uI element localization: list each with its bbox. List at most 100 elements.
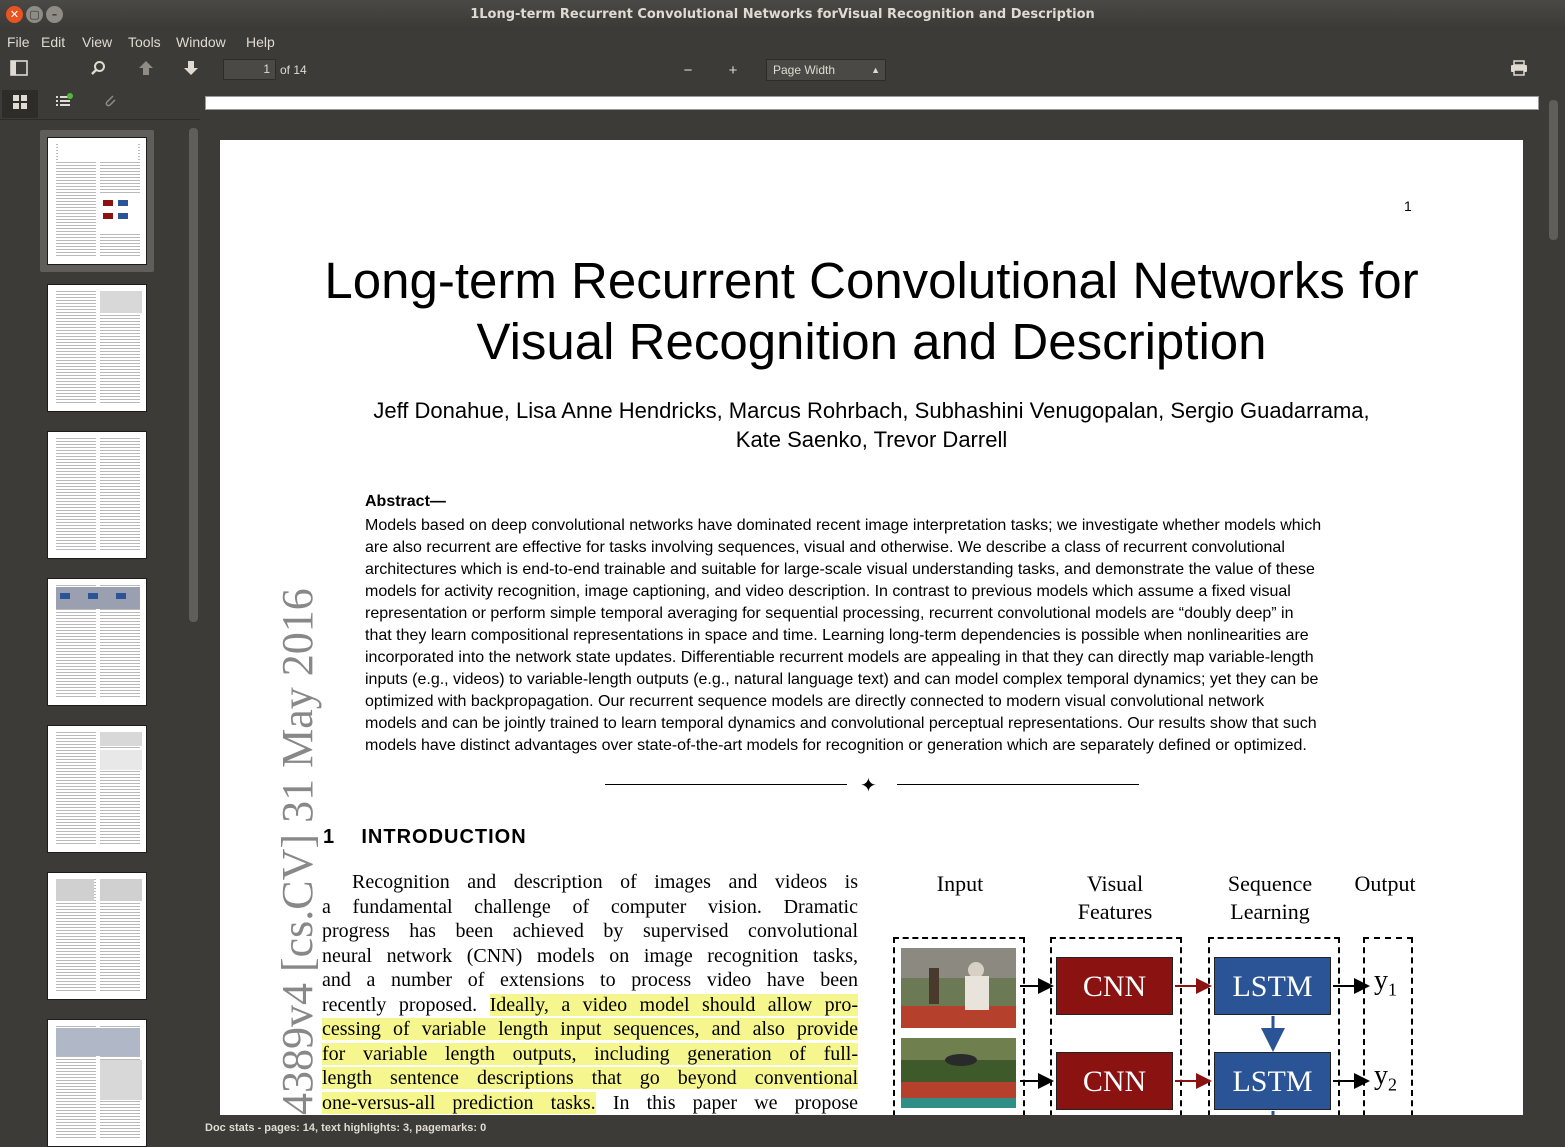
- thumbnail-text-line: [56, 771, 96, 772]
- thumbnail-text-line: [56, 501, 96, 502]
- text-highlight[interactable]: cessing of variable length input sequenc…: [322, 1018, 858, 1040]
- thumbnail-text-line: [100, 987, 140, 988]
- text-highlight[interactable]: length sentence descriptions that go bey…: [322, 1067, 858, 1089]
- thumbnail-text-line: [100, 951, 140, 952]
- thumbnail-text-line: [100, 675, 140, 676]
- thumbnail-text-line: [100, 189, 140, 190]
- thumbnail-text-line: [56, 741, 96, 742]
- thumbnail-text-line: [100, 549, 140, 550]
- thumbnail-text-line: [56, 1080, 96, 1081]
- thumbnail-text-line: [56, 1056, 96, 1057]
- page-thumbnail[interactable]: [47, 284, 147, 412]
- intro-line: progress has been achieved by supervised…: [322, 919, 858, 944]
- thumbnail-text-line: [100, 798, 140, 799]
- thumbnail-text-line: [100, 498, 140, 499]
- menu-help[interactable]: Help: [246, 34, 275, 50]
- thumbnail-text-line: [56, 774, 96, 775]
- thumbnail-text-line: [56, 306, 96, 307]
- thumbnail-figure: [58, 142, 138, 162]
- menu-file[interactable]: File: [7, 34, 30, 50]
- thumbnail-text-line: [100, 351, 140, 352]
- search-icon[interactable]: [86, 60, 110, 82]
- thumbnail-text-line: [100, 471, 140, 472]
- thumbnail-text-line: [56, 732, 96, 733]
- previous-page-icon[interactable]: [134, 60, 158, 82]
- thumbnail-text-line: [56, 468, 96, 469]
- thumbnail-text-line: [100, 477, 140, 478]
- thumbnail-text-line: [100, 540, 140, 541]
- thumbnail-text-line: [100, 1131, 140, 1132]
- sidebar-scroll-thumb[interactable]: [189, 128, 198, 622]
- thumbnail-text-line: [56, 633, 96, 634]
- attachments-tab-icon[interactable]: [92, 90, 128, 118]
- thumbnail-text-line: [56, 396, 96, 397]
- menu-edit[interactable]: Edit: [41, 34, 65, 50]
- next-page-icon[interactable]: [179, 60, 203, 82]
- thumbnail-text-line: [56, 525, 96, 526]
- thumbnail-text-line: [56, 459, 96, 460]
- thumbnail-text-line: [56, 627, 96, 628]
- thumbnail-text-line: [56, 309, 96, 310]
- thumbnail-text-line: [56, 531, 96, 532]
- thumbnail-text-line: [56, 819, 96, 820]
- thumbnail-text-line: [100, 942, 140, 943]
- page-thumbnail[interactable]: [47, 725, 147, 853]
- thumbnail-text-line: [100, 234, 140, 235]
- thumbnail-text-line: [56, 1107, 96, 1108]
- document-scrollbar[interactable]: [1545, 86, 1565, 1115]
- thumbnail-text-line: [56, 834, 96, 835]
- thumbnail-text-line: [100, 978, 140, 979]
- thumbnail-text-line: [100, 969, 140, 970]
- thumbnail-text-line: [56, 225, 96, 226]
- zoom-out-icon[interactable]: −: [676, 60, 700, 82]
- thumbnail-text-line: [100, 903, 140, 904]
- page-number-input[interactable]: 1: [223, 59, 276, 80]
- document-scroll-thumb[interactable]: [1549, 100, 1558, 240]
- menu-view[interactable]: View: [82, 34, 112, 50]
- thumbnail-text-line: [56, 927, 96, 928]
- thumbnail-text-line: [56, 549, 96, 550]
- text-highlight[interactable]: Ideally, a video model should allow pro-: [489, 993, 858, 1016]
- page-thumbnail[interactable]: [47, 578, 147, 706]
- thumbnail-text-line: [56, 822, 96, 823]
- text-highlight[interactable]: one-versus-all prediction tasks.: [322, 1091, 596, 1114]
- intro-text: Recognition and description of images an…: [352, 871, 858, 893]
- zoom-select[interactable]: Page Width ▲: [766, 59, 886, 81]
- abstract-line: models have distinct advantages over sta…: [365, 737, 1307, 754]
- thumbnail-text-line: [56, 1104, 96, 1105]
- page-thumbnail[interactable]: [47, 137, 147, 265]
- thumbnail-text-line: [56, 444, 96, 445]
- thumbnail-text-line: [100, 690, 140, 691]
- thumbnail-text-line: [100, 183, 140, 184]
- thumbnail-text-line: [56, 759, 96, 760]
- thumbnail-text-line: [100, 438, 140, 439]
- thumbnails-tab-icon[interactable]: [2, 90, 38, 118]
- menu-tools[interactable]: Tools: [128, 34, 161, 50]
- zoom-in-icon[interactable]: +: [721, 60, 745, 82]
- thumbnail-text-line: [56, 918, 96, 919]
- thumbnail-text-line: [100, 252, 140, 253]
- sidebar-toggle-icon[interactable]: [7, 60, 31, 82]
- page-thumbnail[interactable]: [47, 1019, 147, 1147]
- abstract-line: architectures which is end-to-end traina…: [365, 561, 1315, 578]
- thumbnail-figure: [56, 879, 94, 901]
- thumbnail-text-line: [56, 825, 96, 826]
- page-thumbnail[interactable]: [47, 431, 147, 559]
- text-highlight[interactable]: for variable length outputs, including g…: [322, 1042, 858, 1065]
- thumbnail-text-line: [56, 930, 96, 931]
- outline-tab-icon[interactable]: [46, 90, 82, 118]
- thumbnail-text-line: [100, 447, 140, 448]
- thumbnail-text-line: [56, 366, 96, 367]
- thumbnail-text-line: [56, 687, 96, 688]
- menu-window[interactable]: Window: [176, 34, 226, 50]
- thumbnail-text-line: [56, 684, 96, 685]
- thumbnail-text-line: [100, 324, 140, 325]
- thumbnail-text-line: [100, 915, 140, 916]
- thumbnail-text-line: [100, 966, 140, 967]
- thumbnail-text-line: [56, 1089, 96, 1090]
- thumbnail-text-line: [100, 819, 140, 820]
- thumbnail-text-line: [100, 669, 140, 670]
- thumbnail-text-line: [100, 825, 140, 826]
- page-thumbnail[interactable]: [47, 872, 147, 1000]
- print-icon[interactable]: [1507, 60, 1531, 82]
